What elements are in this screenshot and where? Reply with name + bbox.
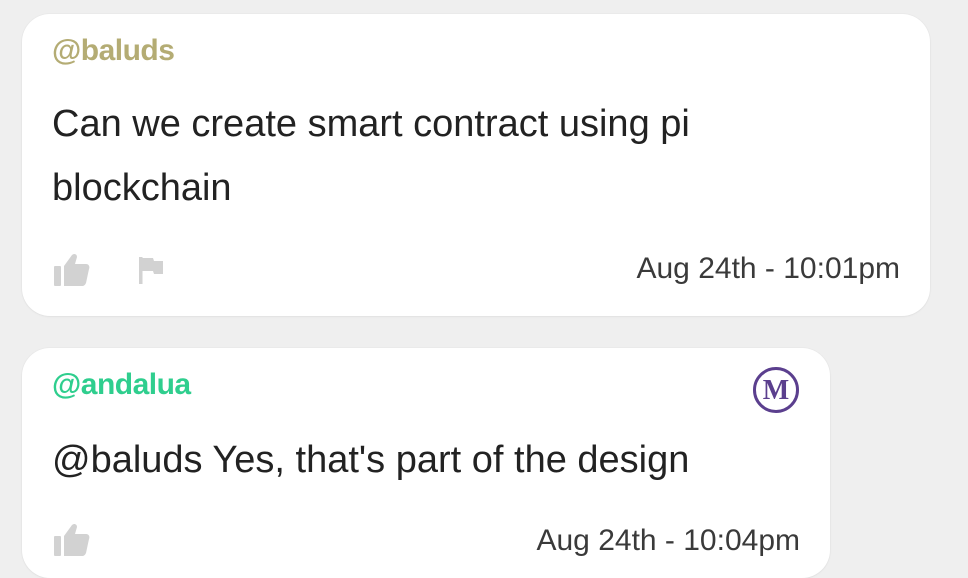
comment-timestamp: Aug 24th - 10:04pm	[536, 524, 800, 557]
badge-letter: M	[763, 375, 789, 406]
comment-username[interactable]: @andalua	[52, 368, 191, 402]
comment-timestamp: Aug 24th - 10:01pm	[636, 252, 900, 285]
thumbs-up-icon	[54, 523, 90, 556]
flag-button[interactable]	[130, 250, 174, 290]
comment-username[interactable]: @baluds	[52, 34, 175, 68]
comment-card: @baluds Can we create smart contract usi…	[22, 14, 930, 316]
like-button[interactable]	[50, 520, 94, 560]
comment-card: @andalua M @baluds Yes, that's part of t…	[22, 348, 830, 578]
comment-text: Can we create smart contract using pi bl…	[52, 103, 690, 209]
like-button[interactable]	[50, 250, 94, 290]
flag-icon	[139, 257, 163, 284]
comment-text: @baluds Yes, that's part of the design	[52, 439, 690, 481]
thumbs-up-icon	[54, 253, 90, 286]
moderator-badge-icon: M	[753, 367, 799, 413]
